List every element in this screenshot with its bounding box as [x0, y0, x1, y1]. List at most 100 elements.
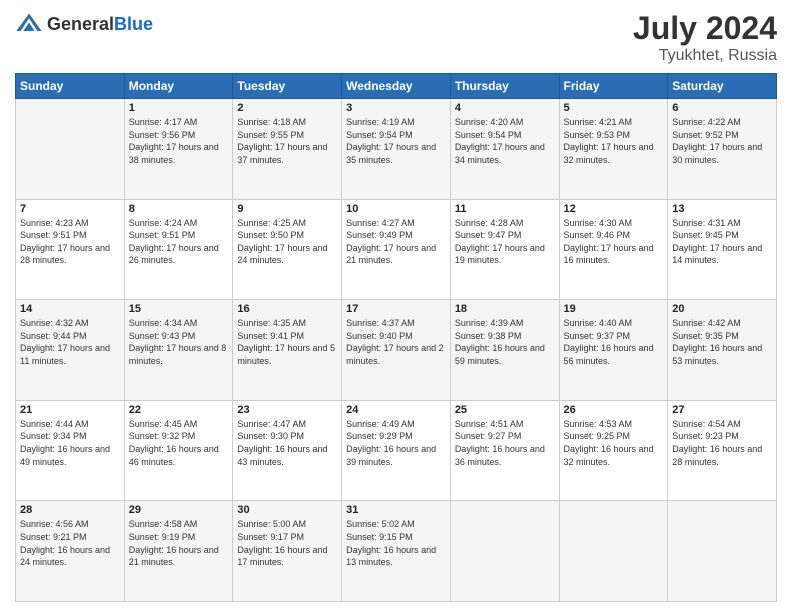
- calendar-cell: 24 Sunrise: 4:49 AMSunset: 9:29 PMDaylig…: [342, 400, 451, 501]
- calendar-cell: 4 Sunrise: 4:20 AMSunset: 9:54 PMDayligh…: [450, 99, 559, 200]
- day-number: 7: [20, 203, 120, 215]
- calendar-cell: 22 Sunrise: 4:45 AMSunset: 9:32 PMDaylig…: [124, 400, 233, 501]
- calendar-cell: 3 Sunrise: 4:19 AMSunset: 9:54 PMDayligh…: [342, 99, 451, 200]
- header-row: Sunday Monday Tuesday Wednesday Thursday…: [16, 74, 777, 99]
- calendar-cell: [16, 99, 125, 200]
- day-info: Sunrise: 5:02 AMSunset: 9:15 PMDaylight:…: [346, 518, 446, 568]
- day-info: Sunrise: 4:45 AMSunset: 9:32 PMDaylight:…: [129, 418, 229, 468]
- col-friday: Friday: [559, 74, 668, 99]
- col-sunday: Sunday: [16, 74, 125, 99]
- calendar-cell: [559, 501, 668, 602]
- calendar-cell: 21 Sunrise: 4:44 AMSunset: 9:34 PMDaylig…: [16, 400, 125, 501]
- calendar-cell: 30 Sunrise: 5:00 AMSunset: 9:17 PMDaylig…: [233, 501, 342, 602]
- day-number: 16: [237, 303, 337, 315]
- day-info: Sunrise: 4:39 AMSunset: 9:38 PMDaylight:…: [455, 317, 555, 367]
- logo-icon: [15, 10, 43, 38]
- day-number: 21: [20, 404, 120, 416]
- calendar-week-3: 21 Sunrise: 4:44 AMSunset: 9:34 PMDaylig…: [16, 400, 777, 501]
- day-info: Sunrise: 4:28 AMSunset: 9:47 PMDaylight:…: [455, 217, 555, 267]
- day-number: 20: [672, 303, 772, 315]
- day-number: 6: [672, 102, 772, 114]
- title-block: July 2024 Tyukhtet, Russia: [633, 10, 777, 65]
- calendar-cell: 1 Sunrise: 4:17 AMSunset: 9:56 PMDayligh…: [124, 99, 233, 200]
- calendar-week-1: 7 Sunrise: 4:23 AMSunset: 9:51 PMDayligh…: [16, 199, 777, 300]
- calendar-cell: 14 Sunrise: 4:32 AMSunset: 9:44 PMDaylig…: [16, 300, 125, 401]
- calendar-cell: 23 Sunrise: 4:47 AMSunset: 9:30 PMDaylig…: [233, 400, 342, 501]
- day-info: Sunrise: 4:32 AMSunset: 9:44 PMDaylight:…: [20, 317, 120, 367]
- day-info: Sunrise: 4:56 AMSunset: 9:21 PMDaylight:…: [20, 518, 120, 568]
- day-number: 2: [237, 102, 337, 114]
- logo-general: General: [47, 14, 114, 34]
- calendar-cell: 31 Sunrise: 5:02 AMSunset: 9:15 PMDaylig…: [342, 501, 451, 602]
- day-info: Sunrise: 4:54 AMSunset: 9:23 PMDaylight:…: [672, 418, 772, 468]
- calendar-cell: 16 Sunrise: 4:35 AMSunset: 9:41 PMDaylig…: [233, 300, 342, 401]
- day-number: 14: [20, 303, 120, 315]
- calendar-cell: 8 Sunrise: 4:24 AMSunset: 9:51 PMDayligh…: [124, 199, 233, 300]
- day-info: Sunrise: 4:37 AMSunset: 9:40 PMDaylight:…: [346, 317, 446, 367]
- day-info: Sunrise: 4:20 AMSunset: 9:54 PMDaylight:…: [455, 116, 555, 166]
- calendar-cell: 20 Sunrise: 4:42 AMSunset: 9:35 PMDaylig…: [668, 300, 777, 401]
- day-info: Sunrise: 4:47 AMSunset: 9:30 PMDaylight:…: [237, 418, 337, 468]
- day-info: Sunrise: 4:51 AMSunset: 9:27 PMDaylight:…: [455, 418, 555, 468]
- day-info: Sunrise: 4:17 AMSunset: 9:56 PMDaylight:…: [129, 116, 229, 166]
- day-number: 23: [237, 404, 337, 416]
- calendar-cell: [450, 501, 559, 602]
- col-thursday: Thursday: [450, 74, 559, 99]
- day-info: Sunrise: 4:31 AMSunset: 9:45 PMDaylight:…: [672, 217, 772, 267]
- day-number: 10: [346, 203, 446, 215]
- day-number: 17: [346, 303, 446, 315]
- day-number: 29: [129, 504, 229, 516]
- day-info: Sunrise: 4:27 AMSunset: 9:49 PMDaylight:…: [346, 217, 446, 267]
- day-info: Sunrise: 4:58 AMSunset: 9:19 PMDaylight:…: [129, 518, 229, 568]
- day-info: Sunrise: 4:35 AMSunset: 9:41 PMDaylight:…: [237, 317, 337, 367]
- day-info: Sunrise: 4:21 AMSunset: 9:53 PMDaylight:…: [564, 116, 664, 166]
- day-info: Sunrise: 4:19 AMSunset: 9:54 PMDaylight:…: [346, 116, 446, 166]
- day-info: Sunrise: 4:24 AMSunset: 9:51 PMDaylight:…: [129, 217, 229, 267]
- calendar-cell: [668, 501, 777, 602]
- day-number: 26: [564, 404, 664, 416]
- day-info: Sunrise: 4:18 AMSunset: 9:55 PMDaylight:…: [237, 116, 337, 166]
- day-number: 28: [20, 504, 120, 516]
- calendar-cell: 13 Sunrise: 4:31 AMSunset: 9:45 PMDaylig…: [668, 199, 777, 300]
- calendar-body: 1 Sunrise: 4:17 AMSunset: 9:56 PMDayligh…: [16, 99, 777, 602]
- day-info: Sunrise: 4:40 AMSunset: 9:37 PMDaylight:…: [564, 317, 664, 367]
- header: GeneralBlue July 2024 Tyukhtet, Russia: [15, 10, 777, 65]
- calendar-cell: 19 Sunrise: 4:40 AMSunset: 9:37 PMDaylig…: [559, 300, 668, 401]
- calendar-cell: 28 Sunrise: 4:56 AMSunset: 9:21 PMDaylig…: [16, 501, 125, 602]
- day-number: 1: [129, 102, 229, 114]
- calendar-table: Sunday Monday Tuesday Wednesday Thursday…: [15, 73, 777, 602]
- calendar-page: GeneralBlue July 2024 Tyukhtet, Russia S…: [0, 0, 792, 612]
- day-info: Sunrise: 4:34 AMSunset: 9:43 PMDaylight:…: [129, 317, 229, 367]
- day-info: Sunrise: 4:44 AMSunset: 9:34 PMDaylight:…: [20, 418, 120, 468]
- calendar-cell: 10 Sunrise: 4:27 AMSunset: 9:49 PMDaylig…: [342, 199, 451, 300]
- calendar-cell: 2 Sunrise: 4:18 AMSunset: 9:55 PMDayligh…: [233, 99, 342, 200]
- day-info: Sunrise: 4:22 AMSunset: 9:52 PMDaylight:…: [672, 116, 772, 166]
- col-saturday: Saturday: [668, 74, 777, 99]
- day-number: 4: [455, 102, 555, 114]
- calendar-cell: 11 Sunrise: 4:28 AMSunset: 9:47 PMDaylig…: [450, 199, 559, 300]
- day-info: Sunrise: 4:30 AMSunset: 9:46 PMDaylight:…: [564, 217, 664, 267]
- day-number: 30: [237, 504, 337, 516]
- calendar-cell: 12 Sunrise: 4:30 AMSunset: 9:46 PMDaylig…: [559, 199, 668, 300]
- day-info: Sunrise: 5:00 AMSunset: 9:17 PMDaylight:…: [237, 518, 337, 568]
- calendar-cell: 27 Sunrise: 4:54 AMSunset: 9:23 PMDaylig…: [668, 400, 777, 501]
- calendar-cell: 26 Sunrise: 4:53 AMSunset: 9:25 PMDaylig…: [559, 400, 668, 501]
- calendar-week-2: 14 Sunrise: 4:32 AMSunset: 9:44 PMDaylig…: [16, 300, 777, 401]
- day-info: Sunrise: 4:49 AMSunset: 9:29 PMDaylight:…: [346, 418, 446, 468]
- day-number: 27: [672, 404, 772, 416]
- calendar-cell: 6 Sunrise: 4:22 AMSunset: 9:52 PMDayligh…: [668, 99, 777, 200]
- month-year: July 2024: [633, 10, 777, 47]
- calendar-cell: 7 Sunrise: 4:23 AMSunset: 9:51 PMDayligh…: [16, 199, 125, 300]
- calendar-cell: 9 Sunrise: 4:25 AMSunset: 9:50 PMDayligh…: [233, 199, 342, 300]
- day-number: 3: [346, 102, 446, 114]
- day-info: Sunrise: 4:25 AMSunset: 9:50 PMDaylight:…: [237, 217, 337, 267]
- calendar-cell: 17 Sunrise: 4:37 AMSunset: 9:40 PMDaylig…: [342, 300, 451, 401]
- calendar-week-0: 1 Sunrise: 4:17 AMSunset: 9:56 PMDayligh…: [16, 99, 777, 200]
- day-info: Sunrise: 4:53 AMSunset: 9:25 PMDaylight:…: [564, 418, 664, 468]
- calendar-cell: 15 Sunrise: 4:34 AMSunset: 9:43 PMDaylig…: [124, 300, 233, 401]
- day-info: Sunrise: 4:42 AMSunset: 9:35 PMDaylight:…: [672, 317, 772, 367]
- day-number: 25: [455, 404, 555, 416]
- day-number: 11: [455, 203, 555, 215]
- col-tuesday: Tuesday: [233, 74, 342, 99]
- day-number: 18: [455, 303, 555, 315]
